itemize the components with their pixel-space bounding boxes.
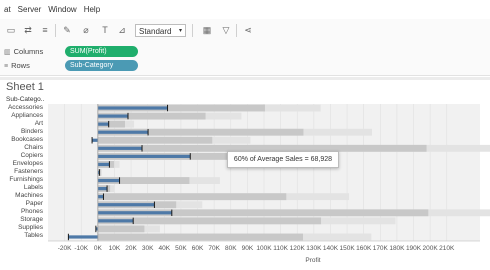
x-tick-label: 210K	[439, 245, 455, 252]
x-tick-label: -20K	[57, 245, 72, 252]
x-tick-label: 170K	[372, 245, 388, 252]
x-tick-label: 30K	[141, 245, 154, 252]
profit-bar[interactable]	[97, 162, 110, 167]
band-60pct	[97, 225, 145, 233]
x-tick-label: 10K	[108, 245, 121, 252]
profit-bar[interactable]	[92, 138, 98, 142]
profit-bar[interactable]	[97, 122, 109, 126]
x-tick-label: 190K	[405, 245, 422, 252]
x-tick-label: 50K	[175, 245, 187, 252]
x-tick-label: 160K	[356, 245, 372, 252]
profit-bar[interactable]	[97, 195, 104, 199]
bullet-chart[interactable]	[0, 0, 490, 270]
profit-bar[interactable]	[97, 178, 120, 183]
x-tick-label: 70K	[208, 245, 220, 252]
profit-bar[interactable]	[97, 219, 134, 223]
x-tick-label: 80K	[224, 245, 237, 252]
profit-bar[interactable]	[97, 211, 172, 215]
band-60pct	[97, 193, 287, 201]
x-tick-label: 100K	[256, 245, 272, 252]
tooltip: 60% of Average Sales = 68,928	[227, 151, 339, 168]
x-tick-label: 180K	[389, 245, 405, 252]
x-tick-label: 0K	[93, 245, 102, 252]
x-tick-label: -10K	[74, 245, 89, 252]
band-60pct	[97, 233, 303, 241]
profit-bar[interactable]	[97, 154, 191, 158]
profit-bar[interactable]	[97, 114, 128, 118]
profit-bar[interactable]	[68, 235, 98, 239]
profit-bar[interactable]	[97, 203, 155, 207]
profit-bar[interactable]	[97, 106, 168, 110]
x-tick-label: 20K	[125, 245, 137, 252]
x-tick-label: 200K	[422, 245, 438, 252]
x-tick-label: 60K	[191, 245, 204, 252]
band-60pct	[97, 136, 213, 144]
x-tick-label: 90K	[241, 245, 254, 252]
x-axis-title: Profit	[305, 257, 321, 264]
profit-bar[interactable]	[97, 187, 108, 191]
x-tick-label: 40K	[158, 245, 171, 252]
x-tick-label: 140K	[322, 245, 339, 252]
x-tick-label: 120K	[289, 245, 305, 252]
x-tick-label: 110K	[273, 245, 288, 252]
x-tick-label: 150K	[339, 245, 355, 252]
x-tick-label: 130K	[306, 245, 322, 252]
profit-bar[interactable]	[97, 146, 143, 150]
profit-bar[interactable]	[97, 130, 149, 134]
